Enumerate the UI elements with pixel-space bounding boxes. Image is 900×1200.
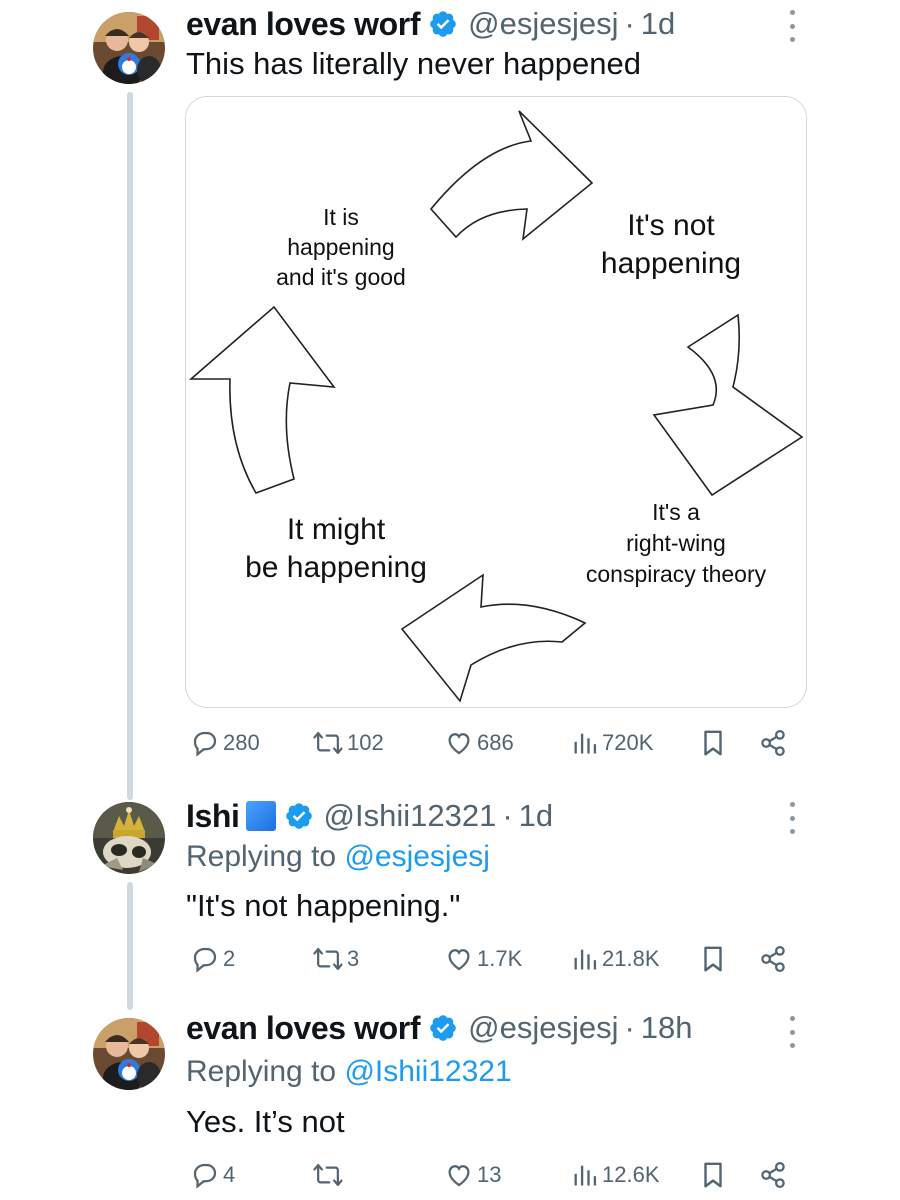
timestamp[interactable]: 18h <box>641 1010 693 1046</box>
timestamp[interactable]: 1d <box>641 6 675 42</box>
bookmark-button[interactable] <box>700 1160 726 1190</box>
verified-icon <box>284 801 314 831</box>
handle[interactable]: @Ishii12321 <box>324 798 497 834</box>
bookmark-icon <box>704 946 722 972</box>
tweet-header: evan loves worf @esjesjesj · 18h <box>186 1008 693 1048</box>
repost-button[interactable]: 102 <box>312 728 384 758</box>
view-count: 720K <box>602 730 654 755</box>
reply-count: 280 <box>223 730 260 755</box>
replying-to: Replying to @Ishii12321 <box>186 1055 512 1088</box>
avatar[interactable] <box>93 12 165 84</box>
blue-square-emoji <box>245 801 276 831</box>
reply-count: 4 <box>223 1162 236 1187</box>
views-icon <box>574 733 597 754</box>
cycle-label-bottom-left: It might be happening <box>245 513 427 584</box>
reply-button[interactable]: 280 <box>190 728 260 758</box>
cycle-label-top-left: It is happening and it's good <box>276 204 406 290</box>
reply-count: 2 <box>223 946 236 971</box>
like-icon <box>448 733 470 755</box>
repost-count: 102 <box>347 730 384 755</box>
views-button[interactable]: 720K <box>571 728 653 758</box>
tweet-media-image[interactable]: It is happening and it's good It's not h… <box>185 96 807 708</box>
view-count: 12.6K <box>602 1162 660 1187</box>
like-icon <box>448 1165 470 1187</box>
like-count: 686 <box>477 730 514 755</box>
timestamp[interactable]: 1d <box>519 798 553 834</box>
repost-count: 3 <box>347 946 360 971</box>
thread-line <box>127 882 133 1010</box>
handle[interactable]: @esjesjesj <box>468 1010 618 1046</box>
views-button[interactable]: 21.8K <box>571 944 660 974</box>
views-button[interactable]: 12.6K <box>571 1160 660 1190</box>
tweet-actions: 280 102 686 720K <box>186 728 796 764</box>
bookmark-button[interactable] <box>700 728 726 758</box>
share-button[interactable] <box>758 1160 788 1190</box>
display-name[interactable]: Ishi <box>186 798 240 835</box>
like-button[interactable]: 1.7K <box>444 944 522 974</box>
display-name[interactable]: evan loves worf <box>186 1010 421 1047</box>
share-button[interactable] <box>758 728 788 758</box>
reply-icon <box>193 947 217 973</box>
views-icon <box>574 949 597 970</box>
tweet-actions: 2 3 1.7K 21.8K <box>186 944 796 980</box>
more-icon[interactable] <box>785 802 799 834</box>
views-icon <box>574 1165 597 1186</box>
repost-icon <box>313 1164 343 1186</box>
avatar[interactable] <box>93 802 165 874</box>
thread-line <box>127 92 133 800</box>
bookmark-icon <box>704 1162 722 1188</box>
reply-button[interactable]: 4 <box>190 1160 235 1190</box>
replying-to-link[interactable]: @Ishii12321 <box>344 1055 511 1088</box>
replying-to: Replying to @esjesjesj <box>186 840 490 873</box>
repost-icon <box>313 948 343 970</box>
cycle-label-top-right: It's not happening <box>600 209 742 280</box>
more-icon[interactable] <box>785 10 799 42</box>
cycle-arrow-right <box>652 313 804 497</box>
share-icon <box>761 730 785 756</box>
bookmark-icon <box>704 730 722 756</box>
cycle-arrows <box>188 110 804 703</box>
reply-button[interactable]: 2 <box>190 944 235 974</box>
verified-icon <box>428 9 458 39</box>
avatar[interactable] <box>93 1018 165 1090</box>
like-button[interactable]: 13 <box>444 1160 501 1190</box>
reply-icon <box>193 731 217 757</box>
cycle-arrow-top <box>429 110 594 241</box>
cycle-label-bottom-right: It's a right-wing conspiracy theory <box>585 499 767 587</box>
like-count: 1.7K <box>477 946 523 971</box>
handle[interactable]: @esjesjesj <box>468 6 618 42</box>
verified-icon <box>428 1013 458 1043</box>
cycle-arrow-left <box>188 305 336 494</box>
separator: · <box>502 798 513 833</box>
repost-button[interactable]: 3 <box>312 944 359 974</box>
tweet-actions: 4 13 12.6K <box>186 1160 796 1196</box>
reply-icon <box>193 1163 217 1189</box>
cycle-arrow-bottom <box>400 573 587 703</box>
tweet-header: evan loves worf @esjesjesj · 1d <box>186 4 675 44</box>
tweet-text: "It's not happening." <box>186 888 461 923</box>
replying-to-link[interactable]: @esjesjesj <box>344 840 490 873</box>
separator: · <box>624 6 635 41</box>
repost-icon <box>313 732 343 754</box>
bookmark-button[interactable] <box>700 944 726 974</box>
like-button[interactable]: 686 <box>444 728 514 758</box>
like-count: 13 <box>477 1162 502 1187</box>
share-icon <box>761 1162 785 1188</box>
share-button[interactable] <box>758 944 788 974</box>
more-icon[interactable] <box>785 1016 799 1048</box>
like-icon <box>448 949 470 971</box>
tweet-header: Ishi @Ishii12321 · 1d <box>186 796 553 836</box>
repost-button[interactable] <box>312 1160 344 1190</box>
tweet-text: This has literally never happened <box>186 46 641 81</box>
view-count: 21.8K <box>602 946 660 971</box>
display-name[interactable]: evan loves worf <box>186 6 421 43</box>
separator: · <box>624 1010 635 1045</box>
tweet-text: Yes. It’s not <box>186 1104 345 1139</box>
share-icon <box>761 946 785 972</box>
